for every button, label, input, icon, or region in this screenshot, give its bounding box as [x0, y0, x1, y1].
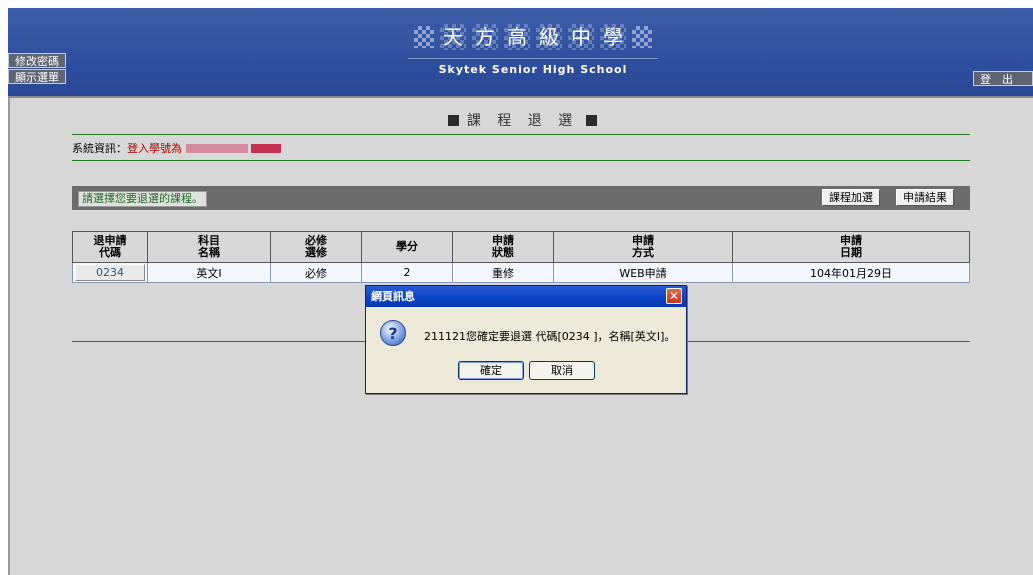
school-logo-title: 天 方 高 級 中 學	[401, 18, 665, 56]
table-row: 0234 英文Ⅰ 必修 2 重修 WEB申請 104年01月29日	[72, 262, 970, 283]
dialog-titlebar: 網頁訊息 ✕	[366, 286, 686, 307]
col-header-status: 申請 狀態	[452, 231, 554, 263]
question-icon: ?	[380, 320, 406, 346]
site-header: 天 方 高 級 中 學 Skytek Senior High School 修改…	[8, 8, 1033, 98]
title-char: 天	[440, 24, 466, 50]
col-header-date: 申請 日期	[732, 231, 970, 263]
col-header-required: 必修 選修	[270, 231, 362, 263]
checker-decoration-left	[414, 26, 434, 48]
apply-result-button[interactable]: 申請結果	[896, 189, 954, 206]
confirm-dialog: 網頁訊息 ✕ ? 211121您確定要退選 代碼[0234 ]，名稱[英文Ⅰ]。…	[365, 285, 687, 394]
cell-method: WEB申請	[553, 262, 733, 283]
square-bullet-icon	[447, 115, 459, 126]
change-password-button[interactable]: 修改密碼	[8, 53, 66, 68]
select-course-prompt: 請選擇您要退選的課程。	[78, 191, 207, 207]
cell-required: 必修	[270, 262, 362, 283]
action-bar: 請選擇您要退選的課程。 課程加選 申請結果	[72, 186, 970, 210]
show-menu-button[interactable]: 顯示選單	[8, 69, 66, 84]
divider-line	[72, 134, 970, 135]
add-course-button[interactable]: 課程加選	[822, 189, 880, 206]
cell-code: 0234	[72, 262, 148, 283]
ok-button[interactable]: 確定	[458, 361, 524, 380]
title-char: 高	[504, 24, 530, 50]
cell-subject: 英文Ⅰ	[147, 262, 271, 283]
cancel-button[interactable]: 取消	[529, 361, 595, 380]
square-bullet-icon	[586, 115, 598, 126]
school-english-name: Skytek Senior High School	[438, 63, 628, 76]
col-header-code: 退申請 代碼	[72, 231, 148, 263]
cell-date: 104年01月29日	[732, 262, 970, 283]
drop-course-code-button[interactable]: 0234	[75, 264, 145, 281]
redacted-id	[185, 144, 248, 153]
cell-credits: 2	[361, 262, 453, 283]
redacted-name	[251, 144, 281, 153]
table-header-row: 退申請 代碼 科目 名稱 必修 選修 學分 申請 狀態 申請 方式 申請 日期	[72, 231, 970, 263]
login-info: 登入學號為	[127, 142, 182, 155]
dialog-message: 211121您確定要退選 代碼[0234 ]，名稱[英文Ⅰ]。	[424, 330, 676, 343]
col-header-subject: 科目 名稱	[147, 231, 271, 263]
logo-divider	[408, 58, 658, 59]
cell-status: 重修	[452, 262, 554, 283]
course-table: 退申請 代碼 科目 名稱 必修 選修 學分 申請 狀態 申請 方式 申請 日期 0234 英…	[72, 231, 970, 283]
col-header-method: 申請 方式	[553, 231, 733, 263]
col-header-credits: 學分	[361, 231, 453, 263]
close-icon[interactable]: ✕	[666, 288, 682, 304]
logout-button[interactable]: 登 出	[973, 71, 1033, 86]
title-char: 學	[600, 24, 626, 50]
dialog-title: 網頁訊息	[371, 290, 415, 303]
system-info: 系統資訊：登入學號為	[72, 140, 281, 156]
page-title: 課 程 退 選	[10, 110, 1033, 130]
checker-decoration-right	[632, 26, 652, 48]
title-char: 中	[568, 24, 594, 50]
divider-line	[72, 160, 970, 161]
title-char: 方	[472, 24, 498, 50]
title-char: 級	[536, 24, 562, 50]
